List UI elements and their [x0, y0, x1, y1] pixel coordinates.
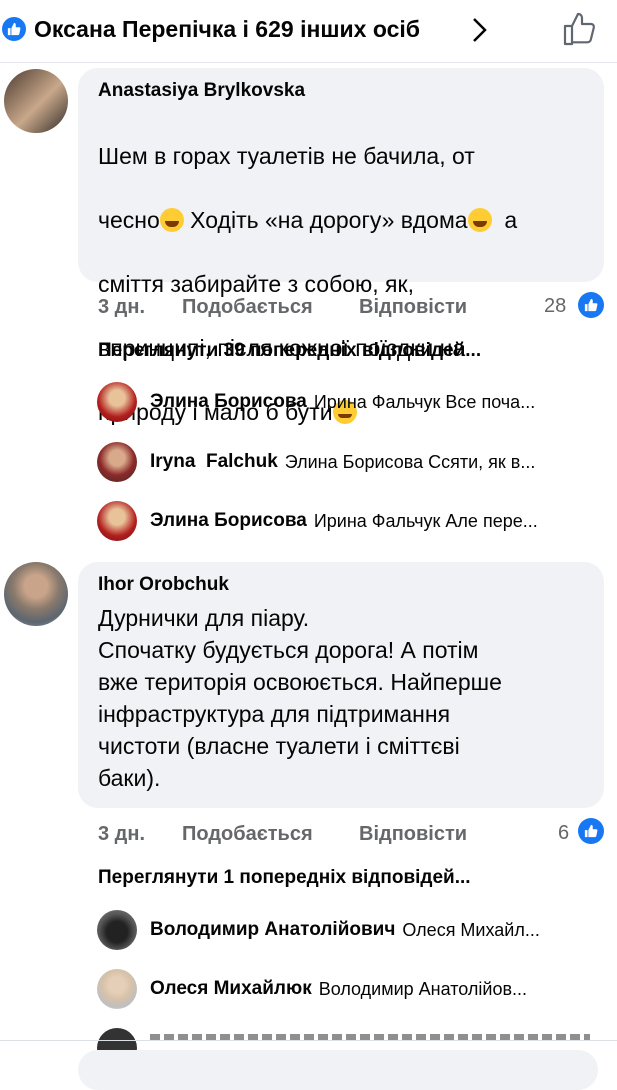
laughing-emoji-icon: [159, 208, 184, 232]
divider: [0, 1040, 617, 1041]
like-comment-button[interactable]: Подобається: [182, 823, 313, 846]
comment-line: Шем в горах туалетів не бачила, от: [98, 143, 475, 169]
like-comment-button[interactable]: Подобається: [182, 296, 313, 319]
comment-author[interactable]: Anastasiya Brylkovska: [98, 80, 305, 102]
list-item[interactable]: Элина Борисова Ирина Фальчук Все поча...: [97, 382, 597, 422]
list-item[interactable]: Iryna Falchuk Элина Борисова Ссяти, як в…: [97, 442, 597, 482]
comment-line: сміття забирайте з собою, як,: [98, 271, 414, 297]
reply-snippet: Володимир Анатолійов...: [318, 978, 528, 999]
reply-snippet: Ирина Фальчук Але пере...: [313, 510, 538, 531]
reply-button[interactable]: Відповісти: [359, 296, 467, 319]
reply-author[interactable]: Олеся Михайлюк: [150, 978, 312, 1000]
avatar[interactable]: [4, 562, 68, 626]
avatar[interactable]: [97, 501, 137, 541]
reply-snippet: Ирина Фальчук Все поча...: [313, 391, 536, 412]
reaction-count[interactable]: 6: [558, 822, 569, 845]
avatar[interactable]: [4, 69, 68, 133]
next-comment-bubble: [78, 1050, 598, 1090]
list-item[interactable]: Володимир Анатолійович Олеся Михайл...: [97, 910, 597, 950]
view-previous-replies[interactable]: Переглянути 39 попередніх відповідей...: [98, 340, 481, 362]
comment-time[interactable]: 3 дн.: [98, 823, 145, 846]
reactions-header[interactable]: Оксана Перепічка і 629 інших осіб: [0, 0, 617, 63]
comment-line: а: [491, 207, 518, 233]
like-reaction-icon: [2, 17, 26, 41]
avatar[interactable]: [97, 382, 137, 422]
comment-author[interactable]: Ihor Orobchuk: [98, 574, 229, 596]
reply-author[interactable]: Володимир Анатолійович: [150, 919, 395, 941]
reply-author[interactable]: Iryna Falchuk: [150, 451, 278, 473]
reply-snippet: Элина Борисова Ссяти, як в...: [284, 451, 536, 472]
like-reaction-icon: [578, 818, 604, 844]
comment-text: Шем в горах туалетів не бачила, от чесно…: [98, 108, 598, 428]
avatar[interactable]: [97, 910, 137, 950]
reactions-summary[interactable]: Оксана Перепічка і 629 інших осіб: [34, 16, 420, 43]
chevron-right-icon[interactable]: [470, 16, 488, 49]
comment-time[interactable]: 3 дн.: [98, 296, 145, 319]
comment-line: Ходіть «на дорогу» вдома: [183, 207, 468, 233]
grinning-emoji-icon: [467, 208, 492, 232]
list-item[interactable]: Элина Борисова Ирина Фальчук Але пере...: [97, 501, 597, 541]
reply-snippet: Олеся Михайл...: [402, 919, 540, 940]
reply-button[interactable]: Відповісти: [359, 823, 467, 846]
like-reaction-icon: [578, 292, 604, 318]
reaction-count[interactable]: 28: [544, 295, 566, 318]
comment-text: Дурнички для піару. Спочатку будується д…: [98, 605, 502, 791]
reply-author[interactable]: Элина Борисова: [150, 510, 307, 532]
reply-author[interactable]: Элина Борисова: [150, 391, 307, 413]
avatar[interactable]: [97, 969, 137, 1009]
view-previous-replies[interactable]: Переглянути 1 попередніх відповідей...: [98, 867, 471, 889]
like-button-icon[interactable]: [562, 11, 598, 52]
list-item[interactable]: Олеся Михайлюк Володимир Анатолійов...: [97, 969, 597, 1009]
comment-line: чесно: [98, 207, 160, 233]
avatar[interactable]: [97, 442, 137, 482]
